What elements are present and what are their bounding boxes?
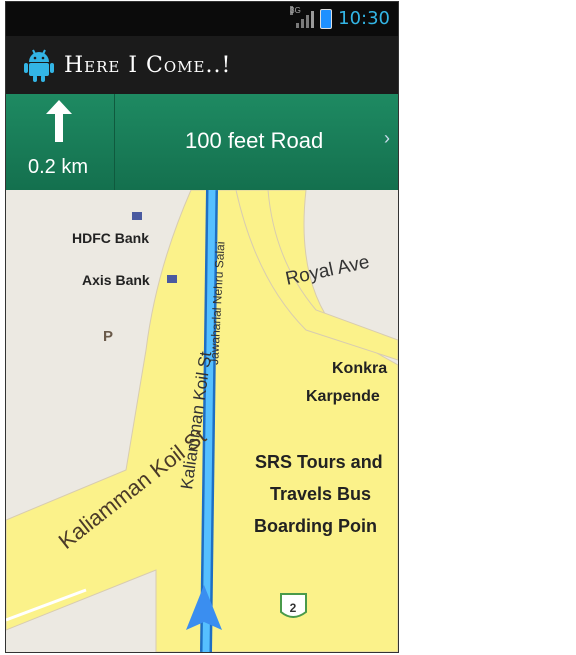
poi-hdfc-bank[interactable]: HDFC Bank	[72, 230, 149, 246]
parking-icon: P	[103, 328, 114, 345]
map-view[interactable]: 2 Jawaharlal Nehru Salai Kaliamman Koil …	[6, 190, 398, 652]
status-icons: 3G 10:30	[290, 5, 390, 29]
status-bar: 3G 10:30	[6, 2, 398, 36]
poi-srs-line1[interactable]: SRS Tours and	[255, 452, 383, 473]
maneuver-panel[interactable]: 0.2 km	[6, 94, 115, 190]
android-icon[interactable]	[24, 48, 54, 82]
poi-srs-line2[interactable]: Travels Bus	[270, 484, 371, 505]
route-shield-number: 2	[290, 601, 297, 615]
route-shield-icon: 2	[280, 593, 307, 618]
road-name: 100 feet Road	[185, 128, 324, 153]
action-bar: Here I Come..!	[6, 36, 398, 94]
maneuver-distance: 0.2 km	[28, 156, 89, 178]
bank-icon	[132, 212, 142, 220]
network-type: 3G	[290, 5, 301, 15]
battery-icon	[320, 8, 333, 29]
navigation-banner[interactable]: 0.2 km 100 feet Road ›	[6, 94, 398, 190]
poi-srs-line3[interactable]: Boarding Poin	[254, 516, 377, 537]
arrow-up-icon	[46, 100, 72, 147]
road-name-panel[interactable]: 100 feet Road ›	[115, 94, 398, 190]
poi-axis-bank[interactable]: Axis Bank	[82, 272, 150, 288]
status-time: 10:30	[338, 8, 390, 29]
map-canvas[interactable]: 2 Jawaharlal Nehru Salai Kaliamman Koil …	[6, 190, 398, 652]
phone-screen: 3G 10:30 Here I Come..! 0.2 km 100 feet …	[6, 2, 398, 652]
poi-konkra-line2[interactable]: Karpende	[306, 388, 380, 406]
bank-icon	[167, 275, 177, 283]
chevron-right-icon[interactable]: ›	[384, 128, 390, 149]
app-title: Here I Come..!	[64, 52, 232, 78]
signal-icon: 3G	[290, 5, 315, 28]
poi-konkra-line1[interactable]: Konkra	[332, 360, 387, 378]
